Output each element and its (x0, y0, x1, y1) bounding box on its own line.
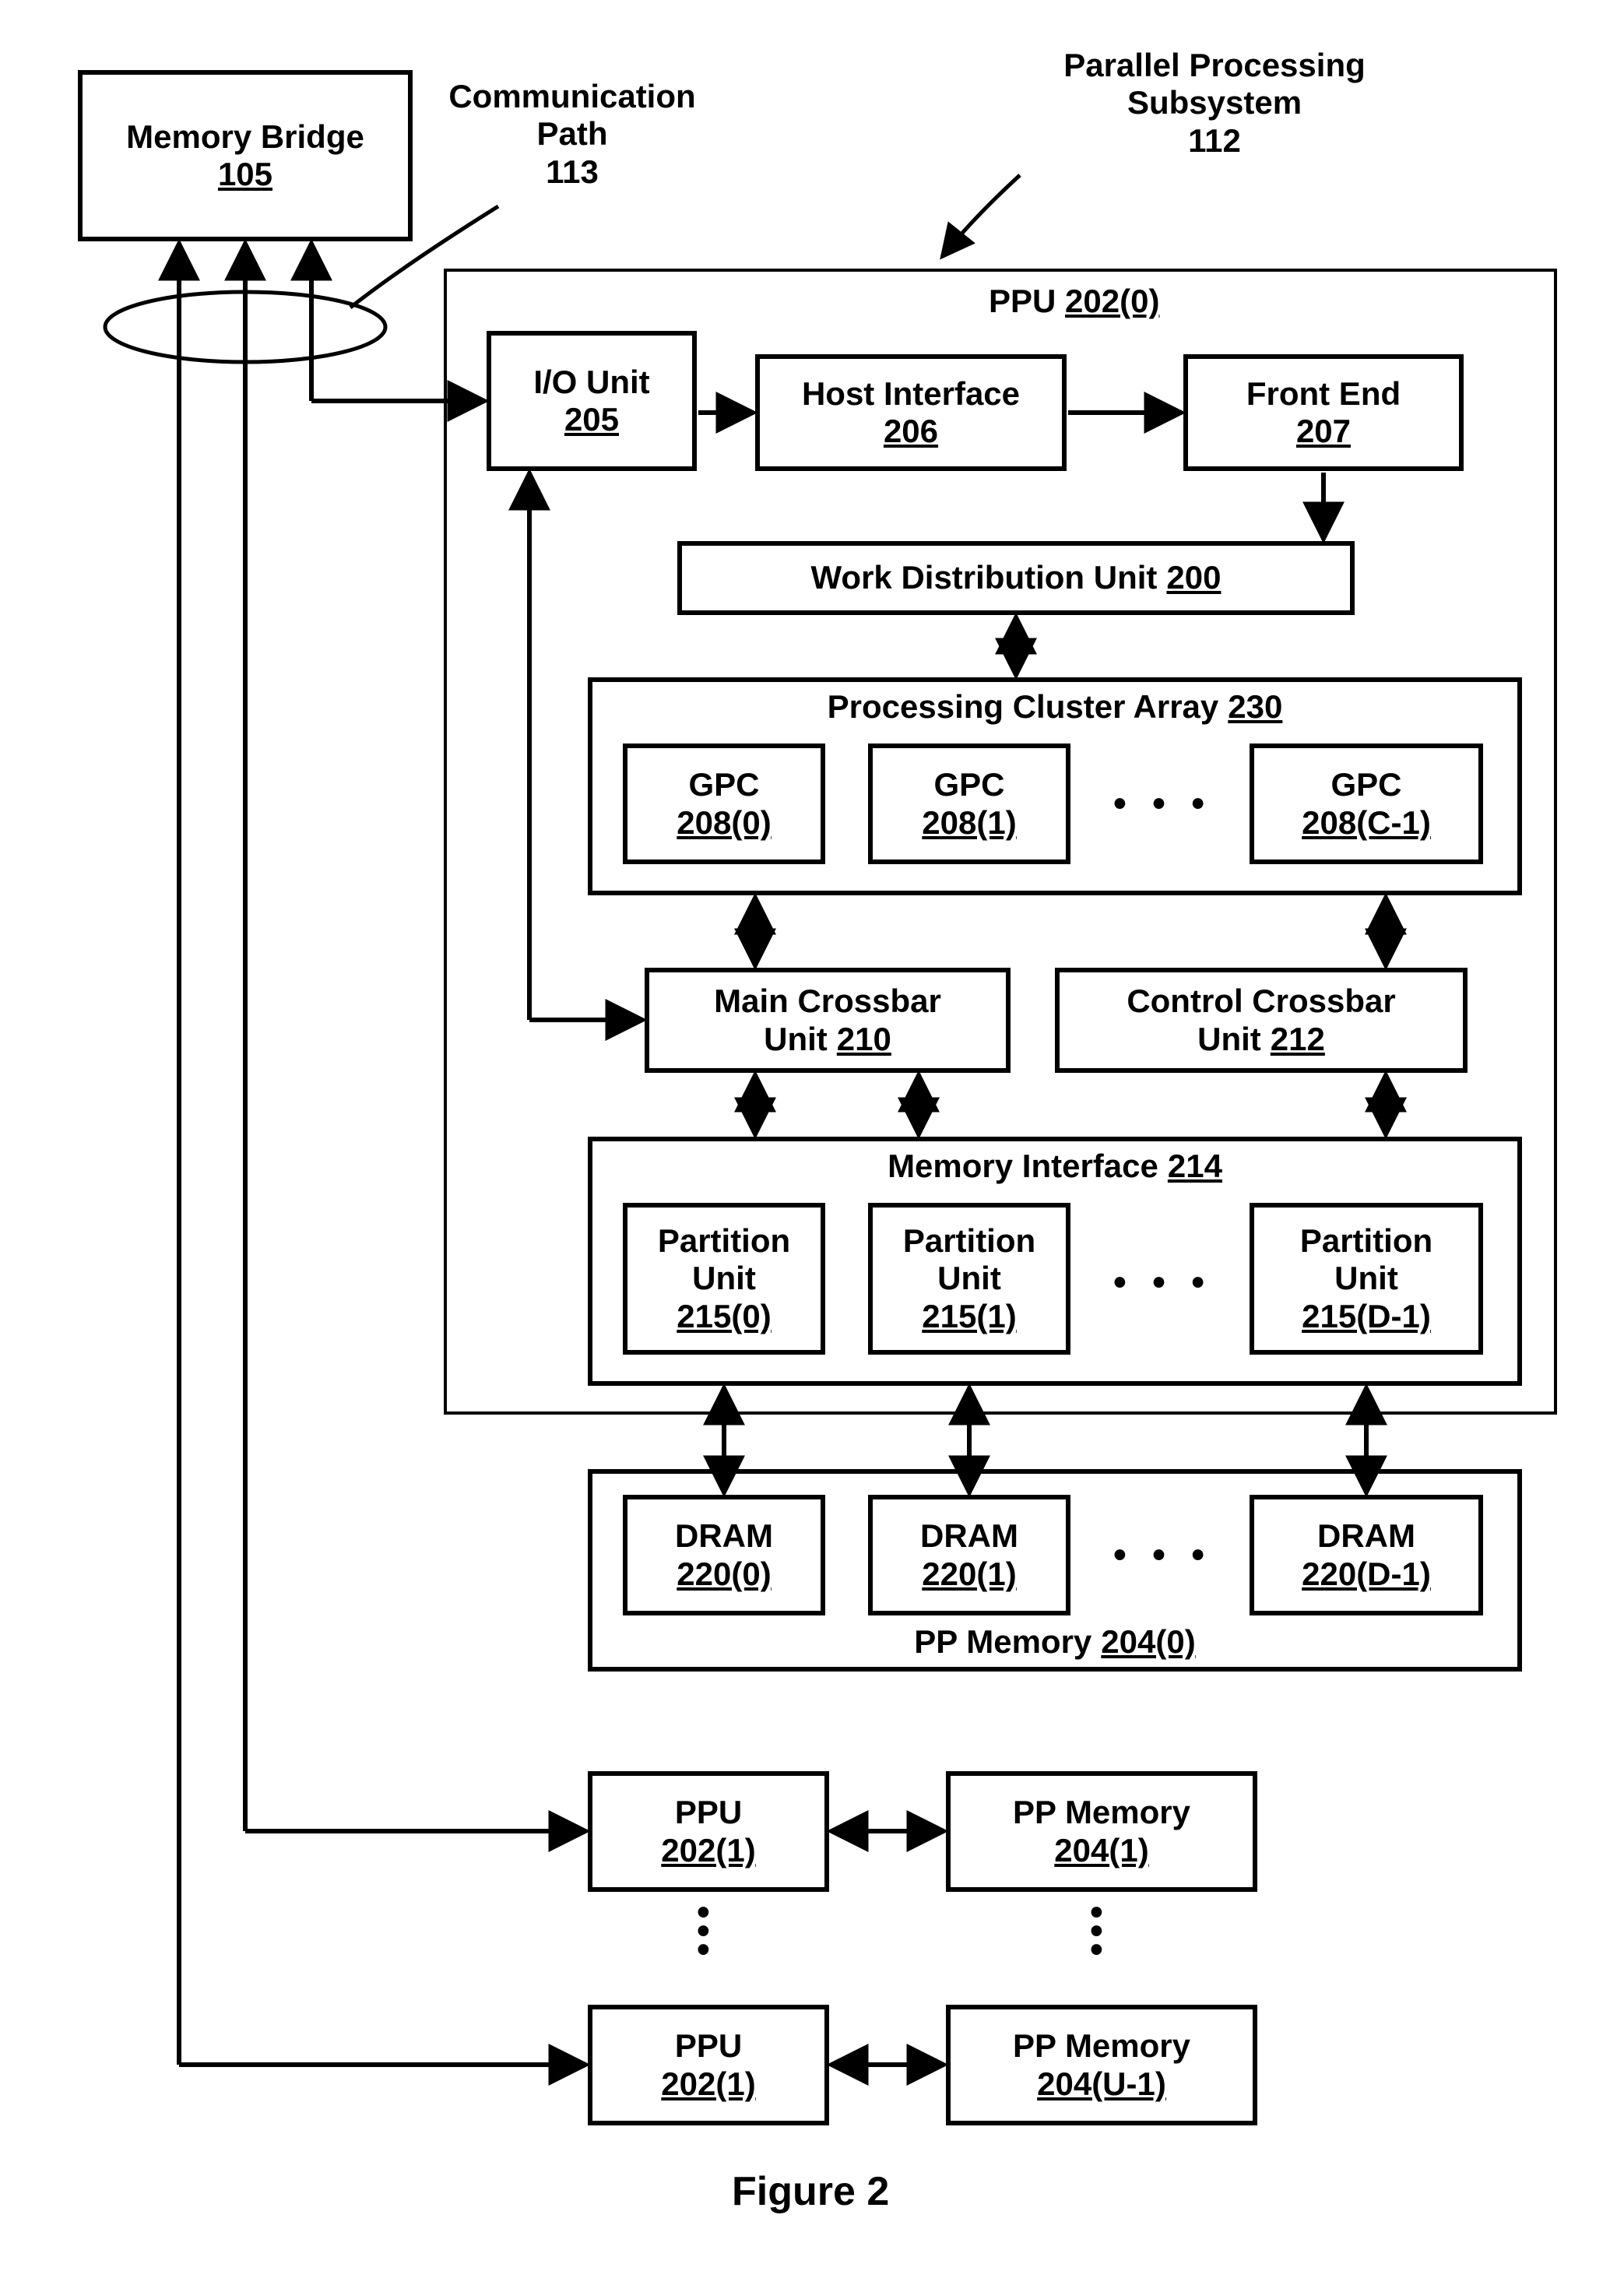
pu0-num: 215(0) (677, 1298, 771, 1335)
memory-bridge-title: Memory Bridge (126, 118, 364, 156)
ppu0-num: 202(0) (1065, 283, 1159, 319)
puD-box: Partition Unit 215(D-1) (1250, 1203, 1483, 1355)
pps-label: Parallel Processing Subsystem 112 (1020, 47, 1409, 160)
front-end-box: Front End 207 (1183, 354, 1464, 471)
ppmem-vdots: • • • (1090, 1904, 1103, 1960)
ctrl-xbar-num: 212 (1271, 1021, 1325, 1058)
gpcC-title: GPC (1330, 766, 1401, 803)
ppmem1-title: PP Memory (1013, 1794, 1190, 1831)
front-end-num: 207 (1296, 413, 1351, 450)
io-unit-num: 205 (564, 401, 619, 438)
pca-num: 230 (1228, 688, 1282, 726)
pu-ellipsis: • • • (1113, 1261, 1212, 1304)
ppmem0-title: PP Memory (914, 1623, 1091, 1661)
puD-title: Partition Unit (1300, 1222, 1432, 1298)
pca-title: Processing Cluster Array (828, 688, 1219, 726)
host-if-box: Host Interface 206 (755, 354, 1067, 471)
ctrl-xbar-title-line1: Control Crossbar (1127, 983, 1395, 1019)
ppu1-title: PPU (675, 1794, 742, 1831)
ctrl-xbar-title-line2: Unit (1197, 1021, 1261, 1058)
gpc0-box: GPC 208(0) (623, 744, 825, 864)
dram0-box: DRAM 220(0) (623, 1495, 825, 1615)
ppu0-title: PPU (989, 283, 1056, 319)
ppu1-box: PPU 202(1) (588, 1771, 829, 1892)
memif-num: 214 (1168, 1148, 1222, 1185)
memif-title: Memory Interface (888, 1148, 1158, 1185)
dram1-box: DRAM 220(1) (868, 1495, 1070, 1615)
io-unit-box: I/O Unit 205 (487, 331, 697, 471)
ppmem0-num: 204(0) (1101, 1623, 1195, 1661)
main-xbar-box: Main Crossbar Unit 210 (645, 968, 1011, 1073)
pps-title: Parallel Processing Subsystem (1063, 47, 1366, 121)
dramD-title: DRAM (1317, 1517, 1415, 1555)
diagram-canvas: Memory Bridge 105 Communication Path 113… (0, 0, 1624, 2278)
ppuU-box: PPU 202(1) (588, 2005, 829, 2125)
ppmem1-num: 204(1) (1054, 1832, 1148, 1869)
host-if-title: Host Interface (802, 375, 1020, 413)
pu0-title: Partition Unit (658, 1222, 790, 1298)
memory-bridge-box: Memory Bridge 105 (78, 70, 413, 241)
dram-ellipsis: • • • (1113, 1534, 1212, 1577)
wdu-title: Work Distribution Unit (811, 559, 1158, 596)
dramD-box: DRAM 220(D-1) (1250, 1495, 1483, 1615)
dram1-num: 220(1) (922, 1556, 1016, 1593)
wdu-box: Work Distribution Unit 200 (677, 541, 1355, 615)
main-xbar-num: 210 (837, 1021, 891, 1058)
gpc0-title: GPC (688, 766, 759, 803)
figure-caption: Figure 2 (732, 2168, 889, 2215)
pu0-box: Partition Unit 215(0) (623, 1203, 825, 1355)
ppuU-num: 202(1) (661, 2065, 755, 2103)
ppu0-label: PPU 202(0) (989, 283, 1159, 320)
dram1-title: DRAM (920, 1517, 1018, 1555)
ppu1-num: 202(1) (661, 1832, 755, 1869)
pps-num: 112 (1188, 122, 1241, 159)
dramD-num: 220(D-1) (1302, 1556, 1431, 1593)
gpcC-box: GPC 208(C-1) (1250, 744, 1483, 864)
gpc1-num: 208(1) (922, 804, 1016, 842)
ppmem1-box: PP Memory 204(1) (946, 1771, 1257, 1892)
gpc0-num: 208(0) (677, 804, 771, 842)
ppmemU-box: PP Memory 204(U-1) (946, 2005, 1257, 2125)
dram0-title: DRAM (675, 1517, 773, 1555)
pu1-title: Partition Unit (903, 1222, 1035, 1298)
comm-path-title: Communication Path (448, 78, 695, 152)
main-xbar-title-line1: Main Crossbar (714, 983, 941, 1020)
ppmemU-num: 204(U-1) (1037, 2065, 1166, 2103)
host-if-num: 206 (884, 413, 938, 450)
gpc1-title: GPC (933, 766, 1004, 803)
front-end-title: Front End (1246, 375, 1401, 413)
ppmemU-title: PP Memory (1013, 2027, 1190, 2065)
gpcC-num: 208(C-1) (1302, 804, 1431, 842)
main-xbar-title-line2: Unit (764, 1021, 828, 1058)
ppuU-title: PPU (675, 2027, 742, 2065)
pu1-num: 215(1) (922, 1298, 1016, 1335)
pu1-box: Partition Unit 215(1) (868, 1203, 1070, 1355)
memory-bridge-num: 105 (218, 156, 272, 193)
gpc-ellipsis: • • • (1113, 782, 1212, 825)
comm-path-label: Communication Path 113 (432, 78, 712, 191)
ctrl-xbar-box: Control Crossbar Unit 212 (1055, 968, 1468, 1073)
comm-path-num: 113 (546, 153, 599, 190)
io-unit-title: I/O Unit (533, 364, 649, 401)
ppu-vdots: • • • (697, 1904, 710, 1960)
puD-num: 215(D-1) (1302, 1298, 1431, 1335)
gpc1-box: GPC 208(1) (868, 744, 1070, 864)
wdu-num: 200 (1166, 559, 1221, 596)
dram0-num: 220(0) (677, 1556, 771, 1593)
